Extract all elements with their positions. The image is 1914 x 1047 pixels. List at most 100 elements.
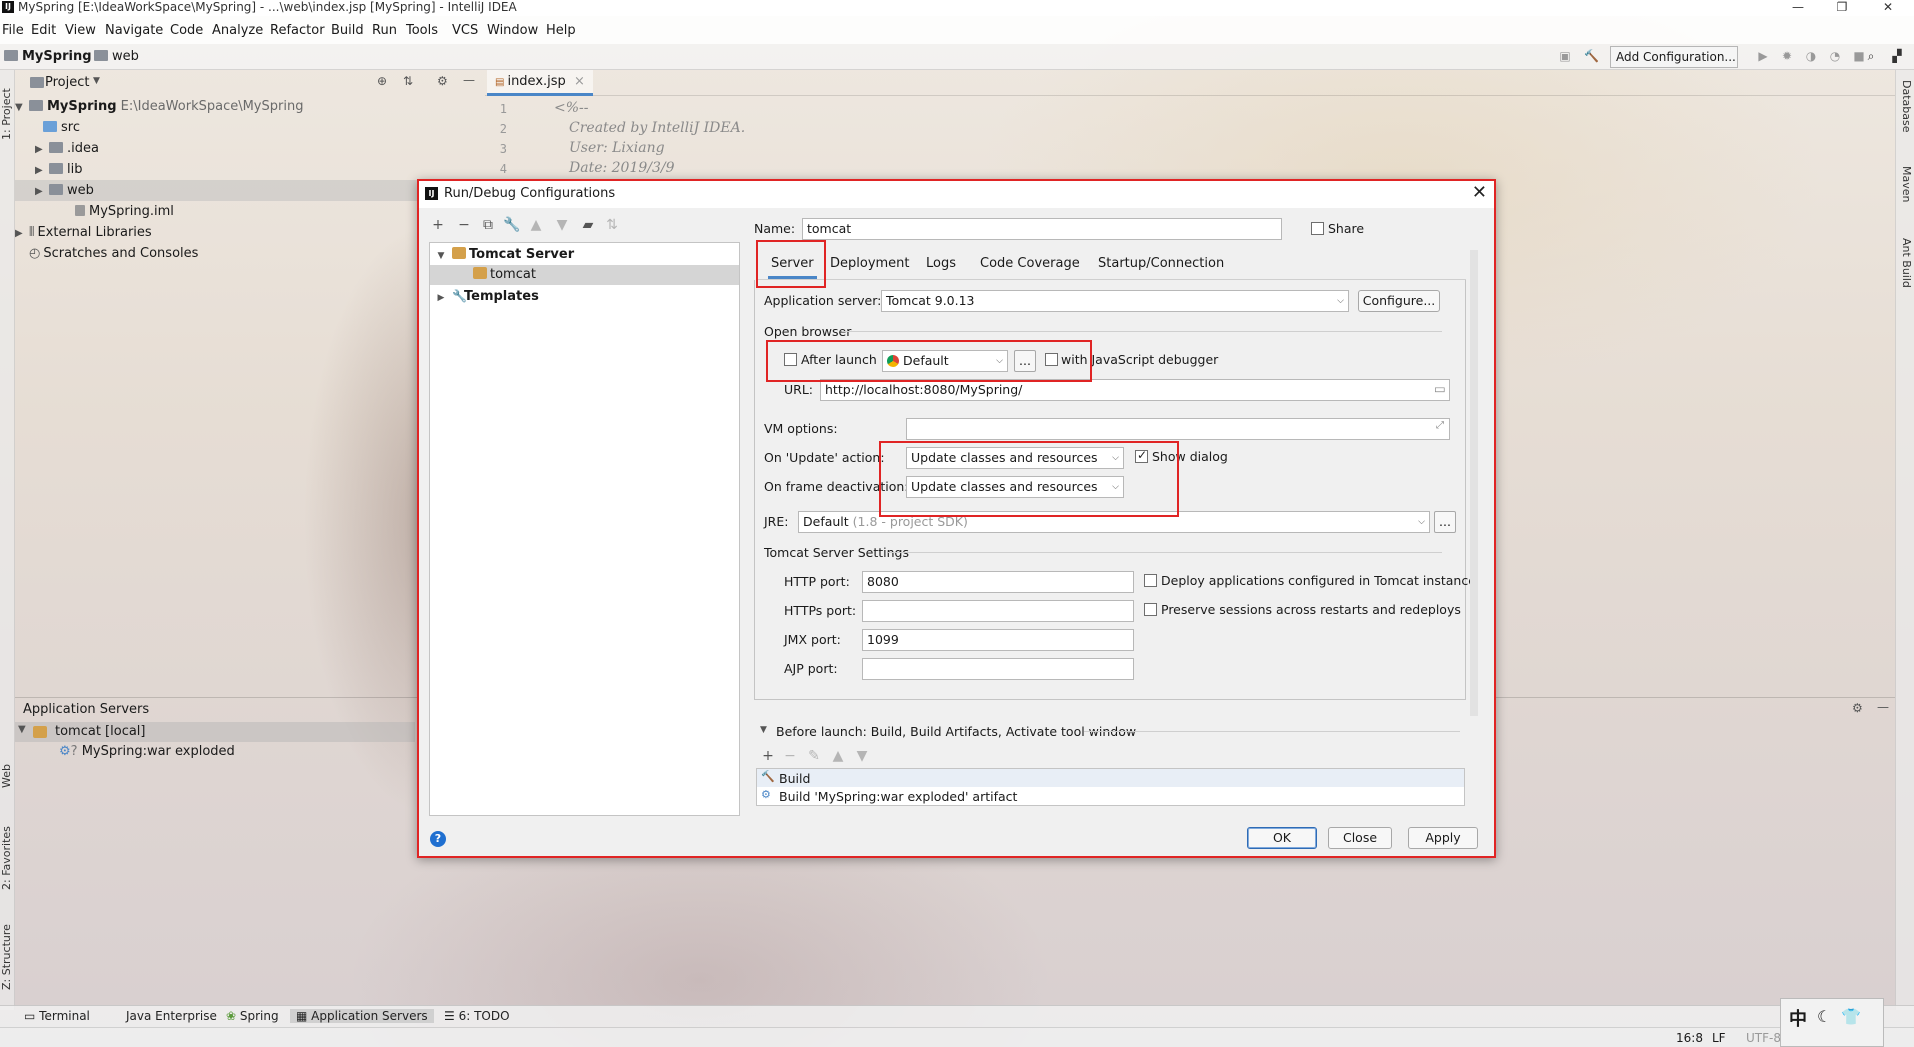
server-row[interactable]: ▼ tomcat [local] (15, 722, 415, 742)
intellij-icon: IJ (2, 1, 14, 13)
ime-toolbar[interactable]: 中 ☾ 👕 (1780, 998, 1884, 1047)
chevron-right-icon[interactable]: ▶ (35, 181, 49, 202)
tool-tab-project[interactable]: 1: Project (0, 80, 15, 140)
menu-window[interactable]: Window (487, 23, 538, 38)
tool-tab-structure[interactable]: Z: Structure (0, 910, 15, 990)
close-window-button[interactable]: ✕ (1866, 0, 1910, 16)
code-line[interactable]: Date: 2019/3/9 (569, 160, 675, 176)
debug-icon[interactable]: ✹ (1780, 49, 1794, 63)
line-number: 3 (499, 142, 507, 156)
tool-tab-maven[interactable]: Maven (1898, 166, 1913, 216)
terminal-icon: ▭ (24, 1009, 36, 1023)
menu-code[interactable]: Code (170, 23, 203, 38)
hide-icon[interactable]: — (463, 73, 475, 87)
menu-run[interactable]: Run (372, 23, 397, 38)
hide-icon[interactable]: — (1877, 700, 1889, 714)
chevron-right-icon[interactable]: ▶ (15, 223, 29, 244)
line-separator[interactable]: LF (1712, 1031, 1726, 1045)
locate-icon[interactable]: ⊕ (377, 74, 387, 88)
run-icon[interactable]: ▶ (1756, 49, 1770, 63)
profile-icon[interactable]: ◔ (1828, 49, 1842, 63)
tomcat-icon (33, 726, 47, 738)
help-status-icon: ? (70, 744, 78, 759)
folder-icon (29, 100, 43, 111)
library-icon: ⫴ (29, 225, 35, 240)
tree-row-web[interactable]: ▶ web (15, 180, 483, 201)
tree-row-lib[interactable]: ▶ lib (35, 159, 82, 180)
settings-sync-icon[interactable]: ▞ (1890, 49, 1904, 63)
menu-refactor[interactable]: Refactor (270, 23, 325, 38)
tab-spring[interactable]: ❀ Spring (226, 1009, 279, 1023)
right-tool-strip: Database Maven Ant Build (1895, 70, 1914, 1010)
minimize-button[interactable]: — (1776, 0, 1820, 16)
chevron-right-icon[interactable]: ▶ (35, 160, 49, 181)
tab-index-jsp[interactable]: ▤ index.jsp × (487, 70, 593, 96)
menu-file[interactable]: File (2, 23, 24, 38)
line-number: 4 (499, 162, 507, 176)
folder-icon (43, 121, 57, 132)
menu-navigate[interactable]: Navigate (105, 23, 163, 38)
folder-icon (94, 50, 108, 61)
code-line[interactable]: <%-- (554, 100, 589, 116)
close-tab-icon[interactable]: × (574, 74, 585, 89)
code-line[interactable]: Created by IntelliJ IDEA. (569, 120, 745, 136)
tree-row-iml[interactable]: MySpring.iml (75, 201, 174, 222)
menu-vcs[interactable]: VCS (452, 23, 478, 38)
tool-tab-web[interactable]: Web (0, 748, 15, 788)
menu-build[interactable]: Build (331, 23, 364, 38)
chevron-down-icon[interactable]: ▼ (93, 76, 100, 86)
tool-tab-database[interactable]: Database (1898, 80, 1913, 150)
project-panel-title[interactable]: Project (45, 75, 89, 90)
code-line[interactable]: User: Lixiang (569, 140, 665, 156)
shirt-icon[interactable]: 👕 (1841, 1007, 1861, 1026)
app-servers-title: Application Servers (23, 702, 150, 717)
ime-mode[interactable]: 中 (1789, 1005, 1807, 1031)
tree-row-idea[interactable]: ▶ .idea (35, 138, 99, 159)
menu-view[interactable]: View (65, 23, 96, 38)
breadcrumb-project[interactable]: MySpring (4, 49, 92, 64)
chevron-down-icon[interactable]: ▼ (15, 97, 29, 118)
highlight-after-launch (766, 340, 1092, 382)
coverage-icon[interactable]: ◑ (1804, 49, 1818, 63)
artifact-row[interactable]: ⚙? MySpring:war exploded (59, 744, 235, 759)
tab-todo[interactable]: ☰ 6: TODO (444, 1009, 510, 1023)
chevron-down-icon[interactable]: ▼ (18, 724, 26, 735)
restore-button[interactable]: ❐ (1820, 0, 1864, 16)
tree-row-root[interactable]: ▼ MySpring E:\IdeaWorkSpace\MySpring (15, 96, 303, 117)
tab-terminal[interactable]: ▭ Terminal (24, 1009, 90, 1023)
status-bar: 16:8 LF UTF-8 (0, 1027, 1914, 1047)
menu-analyze[interactable]: Analyze (212, 23, 263, 38)
module-file-icon (75, 205, 85, 216)
gear-icon[interactable]: ⚙ (437, 74, 448, 88)
scratches-icon: ◴ (29, 246, 41, 261)
menu-edit[interactable]: Edit (31, 23, 56, 38)
tab-java-enterprise[interactable]: Java Enterprise (126, 1009, 217, 1023)
folder-icon (49, 163, 63, 174)
jsp-file-icon: ▤ (495, 77, 505, 88)
search-icon[interactable]: ⌕ (1864, 49, 1878, 63)
folder-icon (49, 142, 63, 153)
caret-position[interactable]: 16:8 (1676, 1031, 1703, 1045)
menu-tools[interactable]: Tools (406, 23, 438, 38)
build-hammer-icon[interactable]: 🔨 (1584, 49, 1599, 63)
project-panel-header: Project ▼ ⊕ ⇅ ⚙ — (15, 70, 483, 96)
tool-tab-favorites[interactable]: 2: Favorites (0, 810, 15, 890)
menu-help[interactable]: Help (546, 23, 576, 38)
encoding[interactable]: UTF-8 (1746, 1031, 1781, 1045)
highlight-update-actions (879, 441, 1179, 517)
tree-row-scratches[interactable]: ◴ Scratches and Consoles (29, 243, 198, 264)
moon-icon[interactable]: ☾ (1817, 1007, 1831, 1026)
collapse-icon[interactable]: ⇅ (403, 74, 413, 88)
tree-row-external-libraries[interactable]: ▶ ⫴ External Libraries (15, 222, 152, 243)
project-structure-icon[interactable]: ▣ (1558, 49, 1572, 63)
menu-bar: File Edit View Navigate Code Analyze Ref… (0, 16, 1914, 44)
spring-icon: ❀ (226, 1009, 237, 1023)
tree-row-src[interactable]: src (43, 117, 80, 138)
tab-application-servers[interactable]: ▦ Application Servers (290, 1009, 434, 1023)
chevron-right-icon[interactable]: ▶ (35, 139, 49, 160)
add-configuration-button[interactable]: Add Configuration... (1610, 46, 1738, 68)
tool-tab-ant[interactable]: Ant Build (1898, 238, 1913, 318)
gear-icon[interactable]: ⚙ (1852, 701, 1863, 715)
breadcrumb-folder[interactable]: web (94, 49, 139, 64)
project-folder-icon (4, 50, 18, 61)
